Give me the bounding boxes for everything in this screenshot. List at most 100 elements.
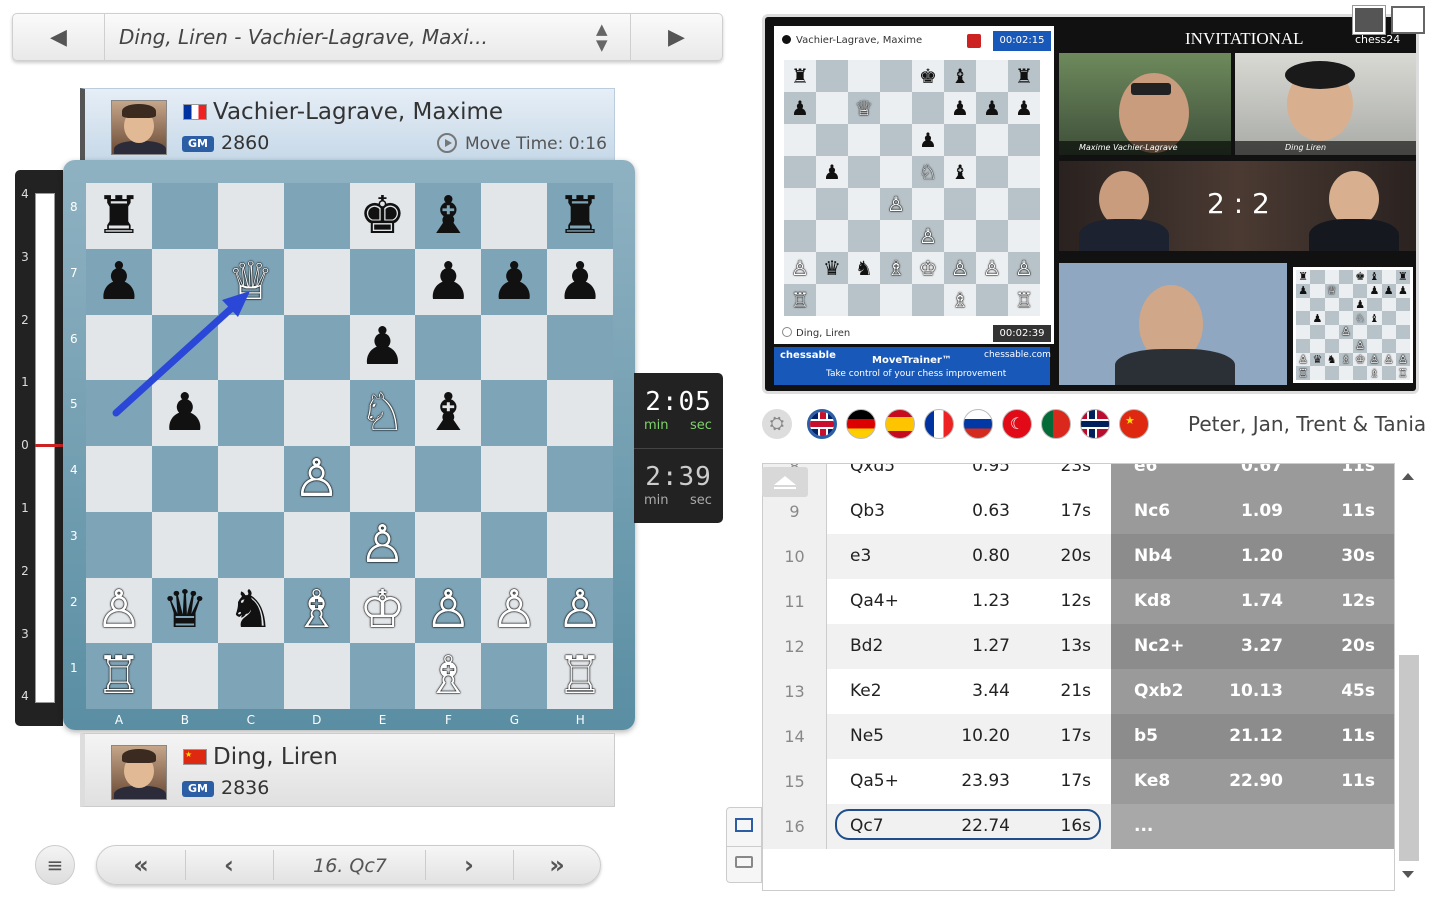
board-square[interactable] [547, 380, 613, 446]
board-square[interactable]: ♔ [349, 577, 416, 644]
black-pawn-icon[interactable]: ♟ [425, 256, 472, 308]
board-square[interactable] [481, 314, 548, 381]
board-square[interactable] [415, 446, 482, 512]
board-square[interactable] [481, 183, 548, 249]
board-square[interactable] [283, 380, 350, 446]
board-square[interactable] [151, 183, 218, 249]
list-view-icon[interactable] [735, 818, 753, 832]
board-square[interactable] [86, 511, 152, 578]
black-queen-icon[interactable]: ♛ [162, 584, 209, 636]
flag-tr-icon[interactable]: ☾ [1002, 409, 1032, 439]
black-pawn-icon[interactable]: ♟ [491, 256, 538, 308]
white-move[interactable]: Bd2 [850, 636, 883, 656]
board-square[interactable]: ♛ [151, 577, 218, 644]
white-pawn-icon[interactable]: ♙ [425, 584, 472, 636]
white-move[interactable]: Qb3 [850, 501, 885, 521]
video-stream[interactable]: Vachier-Lagrave, Maxime 00:02:15 ♜ ♚ ♝ ♜ ♟ ♕ ♟… [762, 14, 1419, 394]
flag-de-icon[interactable] [846, 409, 876, 439]
flag-no-icon[interactable] [1080, 409, 1110, 439]
previous-game-button[interactable]: ◀ [13, 14, 105, 60]
board-square[interactable] [415, 314, 482, 381]
board-square[interactable]: ♙ [547, 577, 613, 644]
black-move[interactable]: Nb4 [1134, 546, 1172, 566]
board-square[interactable]: ♝ [415, 183, 482, 249]
board-square[interactable] [283, 314, 350, 381]
board-square[interactable] [481, 446, 548, 512]
board-square[interactable] [547, 446, 613, 512]
board-square[interactable] [547, 314, 613, 381]
black-move[interactable]: e6 [1134, 464, 1157, 476]
board-square[interactable] [151, 314, 218, 381]
white-move[interactable]: Ne5 [850, 726, 884, 746]
board-square[interactable] [349, 446, 416, 512]
white-knight-icon[interactable]: ♘ [359, 387, 406, 439]
black-pawn-icon[interactable]: ♟ [557, 256, 604, 308]
move-list[interactable]: 8 Qxd5 0.95 23s e6 0.67 11s 9Qb30.6317sN… [762, 463, 1395, 891]
white-move[interactable]: Ke2 [850, 681, 882, 701]
white-move[interactable]: Qc7 [850, 816, 884, 836]
black-bishop-icon[interactable]: ♝ [425, 387, 472, 439]
flag-gb-icon[interactable] [807, 409, 837, 439]
board-square[interactable]: ♘ [349, 380, 416, 446]
board-square[interactable] [217, 643, 284, 709]
game-selector[interactable]: ◀ Ding, Liren - Vachier-Lagrave, Maxi...… [12, 13, 723, 61]
white-move[interactable]: Qa4+ [850, 591, 899, 611]
board-square[interactable] [349, 643, 416, 709]
scroll-down-icon[interactable] [1402, 871, 1414, 878]
board-square[interactable] [217, 511, 284, 578]
white-pawn-icon[interactable]: ♙ [557, 584, 604, 636]
board-square[interactable] [217, 183, 284, 249]
board-square[interactable]: ♟ [415, 248, 482, 315]
black-move[interactable]: Nc6 [1134, 501, 1170, 521]
white-rook-icon[interactable]: ♖ [557, 650, 604, 702]
flag-fr-icon[interactable] [924, 409, 954, 439]
scrollbar-thumb[interactable] [1399, 655, 1419, 861]
board-square[interactable] [481, 380, 548, 446]
white-move[interactable]: e3 [850, 546, 871, 566]
board-square[interactable] [547, 511, 613, 578]
white-pawn-icon[interactable]: ♙ [359, 519, 406, 571]
board-square[interactable]: ♙ [283, 446, 350, 512]
board-square[interactable]: ♙ [86, 577, 152, 644]
move-list-scrollbar[interactable] [1398, 463, 1422, 891]
chess-board[interactable]: ♜ ♚ ♝ ♜ ♟ ♕ ♟ ♟ ♟ ♟ ♟ ♘ ♝ ♙ ♙ ♙ ♛ ♞ ♗ ♔ ♙ ♙ ♙ ♖ ♗ ♖ [86, 183, 613, 709]
chat-view-icon[interactable] [735, 856, 753, 868]
board-square[interactable]: ♝ [415, 380, 482, 446]
game-dropdown-icon[interactable]: ▲ ▼ [596, 21, 608, 53]
white-queen-icon[interactable]: ♕ [227, 256, 274, 308]
board-square[interactable] [217, 380, 284, 446]
board-square[interactable]: ♖ [86, 643, 152, 709]
flag-cn-icon[interactable]: ★ [1119, 409, 1149, 439]
board-square[interactable] [415, 511, 482, 578]
board-square[interactable]: ♟ [547, 248, 613, 315]
black-bishop-icon[interactable]: ♝ [425, 190, 472, 242]
board-square[interactable]: ♕ [217, 248, 284, 315]
board-square[interactable] [86, 314, 152, 381]
board-square[interactable] [151, 248, 218, 315]
board-square[interactable] [283, 183, 350, 249]
black-move[interactable]: ... [1134, 816, 1153, 836]
black-pawn-icon[interactable]: ♟ [162, 387, 209, 439]
scroll-to-top-button[interactable] [762, 467, 808, 497]
board-square[interactable]: ♞ [217, 577, 284, 644]
board-square[interactable]: ♙ [349, 511, 416, 578]
board-square[interactable]: ♖ [547, 643, 613, 709]
black-pawn-icon[interactable]: ♟ [96, 256, 143, 308]
board-square[interactable] [283, 643, 350, 709]
black-pawn-icon[interactable]: ♟ [359, 321, 406, 373]
popout-icon[interactable] [1353, 6, 1385, 34]
board-square[interactable] [86, 380, 152, 446]
board-square[interactable] [151, 511, 218, 578]
board-square[interactable]: ♜ [86, 183, 152, 249]
board-square[interactable] [217, 446, 284, 512]
white-king-icon[interactable]: ♔ [359, 584, 406, 636]
board-square[interactable] [151, 446, 218, 512]
flag-pt-icon[interactable] [1041, 409, 1071, 439]
board-square[interactable] [151, 643, 218, 709]
black-knight-icon[interactable]: ♞ [227, 584, 274, 636]
black-rook-icon[interactable]: ♜ [557, 190, 604, 242]
previous-move-button[interactable]: ‹ [185, 846, 273, 884]
board-square[interactable] [481, 511, 548, 578]
board-square[interactable]: ♟ [151, 380, 218, 446]
flag-ru-icon[interactable] [963, 409, 993, 439]
